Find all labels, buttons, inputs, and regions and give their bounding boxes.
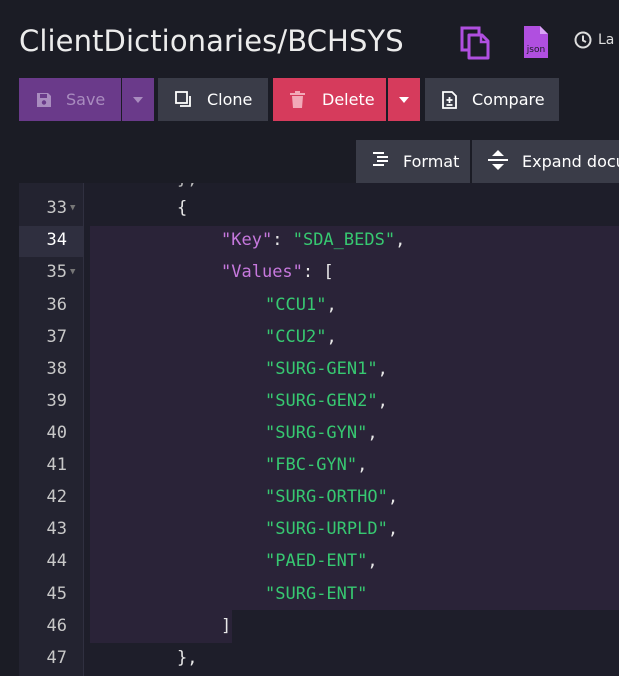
clone-label: Clone [207,90,253,109]
line-number: 34 [46,230,67,250]
code-line: 45 "SURG-ENT" [19,578,619,610]
fold-arrow-icon[interactable]: ▼ [70,256,75,288]
line-number: 37 [46,327,67,347]
caret-down-icon [399,96,409,103]
line-number: 45 [46,584,67,604]
code-line: 47 }, [19,642,619,674]
code-line: 38 "SURG-GEN1", [19,353,619,385]
line-number: 39 [46,391,67,411]
line-number: 38 [46,359,67,379]
code-line: 34 "Key": "SDA_BEDS", [19,224,619,256]
line-number: 36 [46,295,67,315]
code-line: 37 "CCU2", [19,321,619,353]
code-line: 35 ▼ "Values": [ [19,256,619,288]
line-number: 33 [46,198,67,218]
code-text: "SURG-ORTHO", [265,487,399,507]
code-line: 40 "SURG-GYN", [19,417,619,449]
trash-icon [290,91,305,108]
code-editor[interactable]: }, 33 ▼ { 34 "Key": "SDA_BEDS", 35 ▼ "Va… [19,183,619,676]
expand-label: Expand docu [522,152,619,171]
code-text: "SURG-GYN", [265,423,378,443]
delete-button[interactable]: Delete [273,78,386,121]
delete-options-dropdown[interactable] [388,78,420,121]
line-number: 41 [46,455,67,475]
compare-button[interactable]: Compare [425,78,559,121]
code-text: "SURG-ENT" [265,584,368,604]
format-button[interactable]: Format [356,140,470,183]
delete-label: Delete [322,90,375,109]
save-label: Save [66,90,106,109]
line-number: 35 [46,262,67,282]
page-title: ClientDictionaries/BCHSYS [19,24,404,58]
json-icon-label: json [526,45,545,55]
code-line: 44 "PAED-ENT", [19,545,619,577]
save-options-dropdown[interactable] [122,78,154,121]
json-file-icon[interactable]: json [522,25,550,63]
file-diff-icon [442,90,457,109]
line-number: 40 [46,423,67,443]
code-text: ] [221,616,232,636]
code-text: "PAED-ENT", [265,551,378,571]
line-number: 47 [46,648,67,668]
last-modified: La [574,31,614,49]
expand-document-button[interactable]: Expand docu [472,140,619,183]
format-label: Format [403,152,460,171]
code-line: 33 ▼ { [19,192,619,224]
code-text: "CCU2", [265,327,337,347]
last-modified-label: La [598,32,615,48]
code-text: "SURG-URPLD", [265,519,399,539]
code-line: 39 "SURG-GEN2", [19,385,619,417]
code-text: "Values": [ [221,262,334,282]
compare-label: Compare [472,90,545,109]
format-lines-icon [373,152,389,171]
code-line: 36 "CCU1", [19,289,619,321]
line-number: 44 [46,551,67,571]
code-text: { [177,198,188,218]
line-number: 46 [46,616,67,636]
code-text: "Key": "SDA_BEDS", [221,230,406,250]
code-text: "FBC-GYN", [265,455,368,475]
code-text: "SURG-GEN2", [265,391,388,411]
line-number: 42 [46,487,67,507]
floppy-disk-icon [36,92,52,108]
clone-icon [175,91,192,108]
expand-arrows-icon [488,149,508,174]
code-line: 41 "FBC-GYN", [19,449,619,481]
code-text: "SURG-GEN1", [265,359,388,379]
code-line: 42 "SURG-ORTHO", [19,481,619,513]
save-button[interactable]: Save [19,78,121,121]
code-text: "CCU1", [265,295,337,315]
line-number: 43 [46,519,67,539]
clone-button[interactable]: Clone [158,78,268,121]
copy-icon[interactable] [460,26,490,64]
fold-arrow-icon[interactable]: ▼ [70,192,75,224]
code-text: }, [177,648,198,668]
code-line: 43 "SURG-URPLD", [19,513,619,545]
code-line: 46 ] [19,610,619,642]
caret-down-icon [133,96,143,103]
clock-icon [574,31,592,49]
